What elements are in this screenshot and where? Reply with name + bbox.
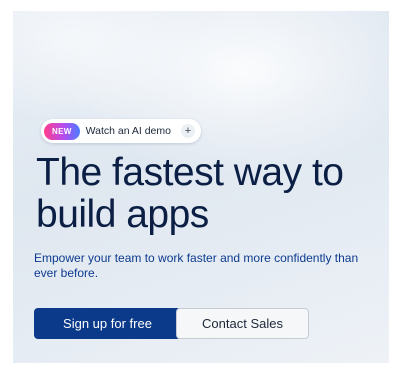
ai-demo-announcement[interactable]: NEW Watch an AI demo + xyxy=(41,119,201,143)
sign-up-button[interactable]: Sign up for free xyxy=(34,308,181,339)
hero-headline: The fastest way to build apps xyxy=(36,151,344,236)
contact-sales-button[interactable]: Contact Sales xyxy=(176,308,309,339)
ai-demo-link-text: Watch an AI demo xyxy=(85,125,171,137)
hero-section: NEW Watch an AI demo + The fastest way t… xyxy=(13,11,389,363)
plus-icon[interactable]: + xyxy=(180,124,195,138)
new-badge: NEW xyxy=(44,122,80,140)
hero-subtext: Empower your team to work faster and mor… xyxy=(34,251,359,280)
